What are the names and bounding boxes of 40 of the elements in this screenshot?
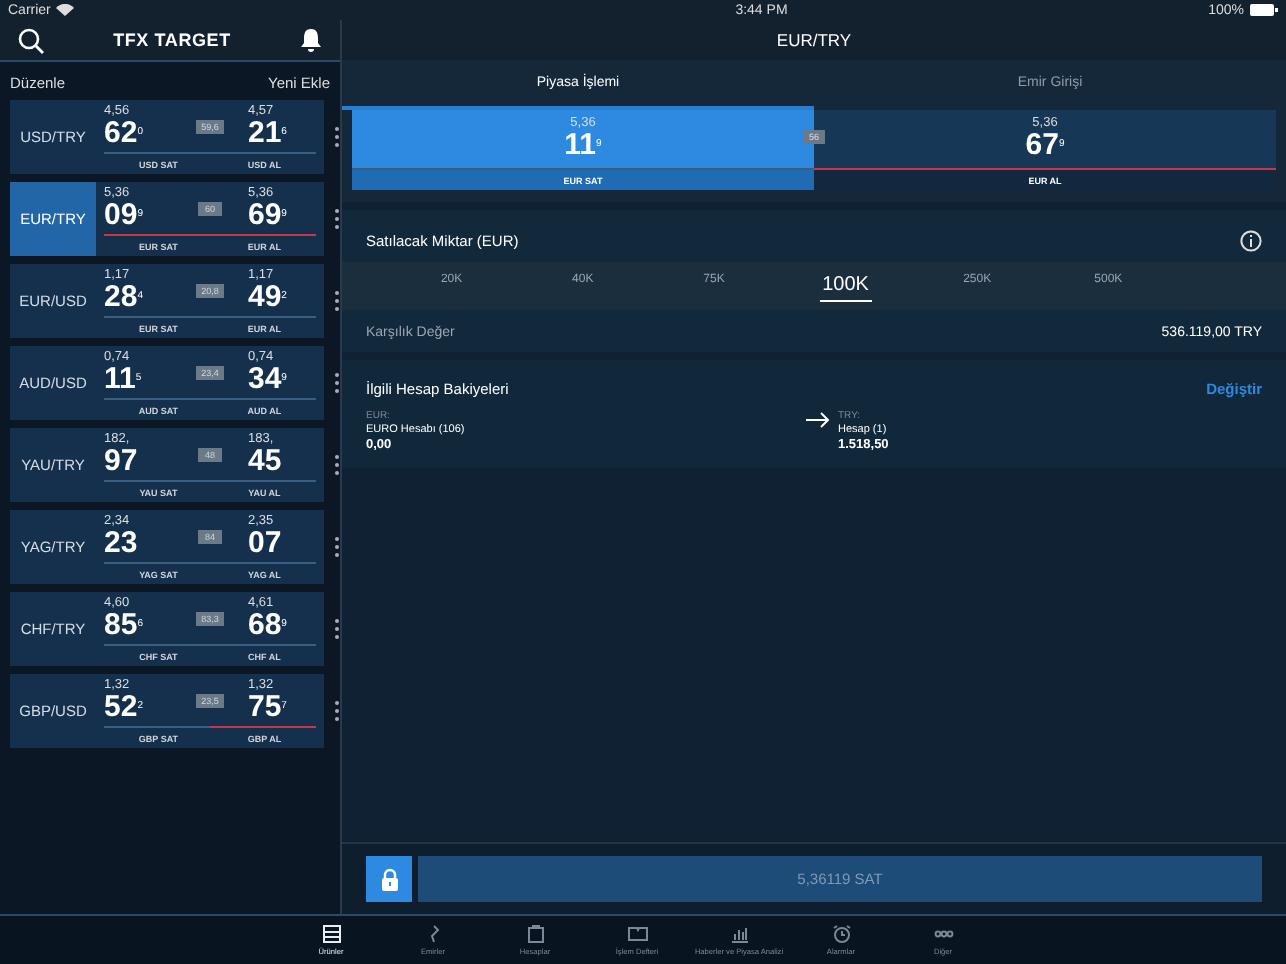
buy-price: 75$^{7}$ (247, 692, 289, 722)
lock-icon (379, 867, 399, 891)
book-icon (627, 924, 647, 944)
sell-price: 62$^{0}$ (104, 118, 145, 148)
buy-price: 68$^{9}$ (247, 610, 289, 640)
more-icon[interactable] (334, 700, 340, 722)
amount-option[interactable]: 100K (819, 270, 872, 302)
more-icon[interactable] (334, 126, 340, 148)
buy-price: 07 (247, 528, 284, 558)
sell-price: 28$^{4}$ (104, 282, 145, 312)
app-title: TFX TARGET (113, 30, 231, 50)
bell-icon[interactable] (299, 28, 322, 52)
info-icon[interactable] (1240, 230, 1262, 252)
more-icon[interactable] (334, 618, 340, 640)
battery-icon (1250, 4, 1278, 16)
alarm-clock-icon (831, 924, 851, 944)
briefcase-icon (525, 924, 545, 944)
buy-price: 34$^{9}$ (247, 364, 289, 394)
sell-price: 23 (104, 528, 140, 558)
sell-price: 97 (104, 446, 140, 476)
buy-price: 21$^{6}$ (247, 118, 289, 148)
lock-button[interactable] (366, 856, 412, 902)
more-icon[interactable] (334, 536, 340, 558)
sell-price: 52$^{2}$ (104, 692, 145, 722)
page-title: EUR/TRY (342, 20, 1286, 60)
search-icon[interactable] (18, 27, 44, 53)
right-arrow-icon (806, 412, 830, 428)
sell-price: 09$^{9}$ (104, 200, 145, 230)
more-icon[interactable] (334, 290, 340, 312)
list-icon (321, 924, 341, 944)
more-icon[interactable] (334, 372, 340, 394)
buy-price: 69$^{9}$ (247, 200, 289, 230)
more-icon[interactable] (334, 208, 340, 230)
buy-price: 49$^{2}$ (247, 282, 289, 312)
sell-price: 11$^{5}$ (104, 364, 144, 394)
sell-price: 85$^{6}$ (104, 610, 145, 640)
more-icon[interactable] (334, 454, 340, 476)
wifi-icon (56, 4, 75, 16)
buy-price: 45 (247, 446, 284, 476)
bar-chart-icon (729, 924, 749, 944)
